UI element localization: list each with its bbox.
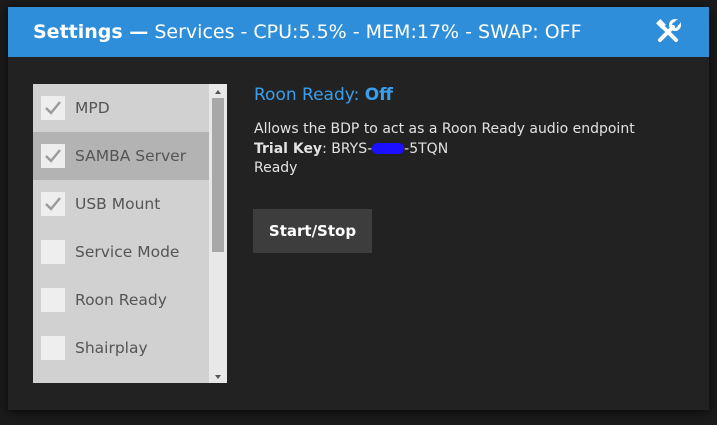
title-settings: Settings — [33,21,149,43]
service-status: Ready [254,160,298,176]
settings-dialog: Settings — Services - CPU:5.5% - MEM:17%… [8,7,709,410]
scroll-thumb[interactable] [212,98,224,252]
services-list: MPD SAMBA Server USB Mount Service Mode … [33,84,227,383]
checkbox[interactable] [41,288,65,312]
item-label: SAMBA Server [75,147,187,165]
item-label: Roon Ready [75,291,167,309]
checkbox[interactable] [41,240,65,264]
trial-key-suffix: -5TQN [404,140,449,157]
title-status: Services - CPU:5.5% - MEM:17% - SWAP: OF… [154,21,582,43]
scroll-down-arrow-icon[interactable] [209,369,227,383]
wrench-screwdriver-icon[interactable] [653,17,683,47]
service-title: Roon Ready: Off [254,83,393,107]
service-state: Off [364,85,393,105]
list-item-shairplay[interactable]: Shairplay [33,324,209,372]
service-name: Roon Ready: [254,85,360,105]
list-item-service-mode[interactable]: Service Mode [33,228,209,276]
titlebar: Settings — Services - CPU:5.5% - MEM:17%… [8,7,709,57]
item-label: USB Mount [75,195,161,213]
list-item-roon-ready[interactable]: Roon Ready [33,276,209,324]
checkbox[interactable] [41,336,65,360]
item-label: MPD [75,99,110,117]
checkbox[interactable] [41,192,65,216]
list-item-samba-server[interactable]: SAMBA Server [33,132,209,180]
redaction-mark [372,142,405,154]
item-label: Shairplay [75,339,148,357]
title: Settings — Services - CPU:5.5% - MEM:17%… [33,20,582,44]
item-label: Service Mode [75,243,180,261]
scroll-up-arrow-icon[interactable] [209,84,227,98]
service-details: Allows the BDP to act as a Roon Ready au… [254,120,635,179]
list-item-mpd[interactable]: MPD [33,84,209,132]
trial-key-line: Trial Key: BRYS- -5TQN [254,140,449,157]
checkbox[interactable] [41,144,65,168]
start-stop-button[interactable]: Start/Stop [253,209,372,253]
list-item-usb-mount[interactable]: USB Mount [33,180,209,228]
trial-key-label: Trial Key [254,140,323,157]
service-description: Allows the BDP to act as a Roon Ready au… [254,121,635,137]
checkbox[interactable] [41,96,65,120]
trial-key-prefix: BRYS- [331,140,373,157]
list-scrollbar[interactable] [209,84,227,383]
